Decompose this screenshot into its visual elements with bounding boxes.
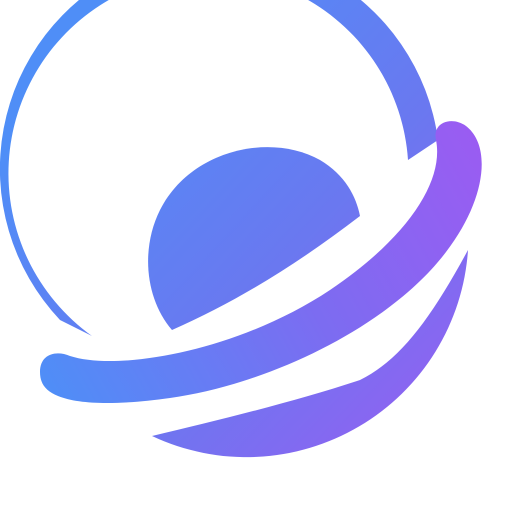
logo-canvas xyxy=(0,0,512,512)
planet-ring-icon xyxy=(0,0,482,458)
